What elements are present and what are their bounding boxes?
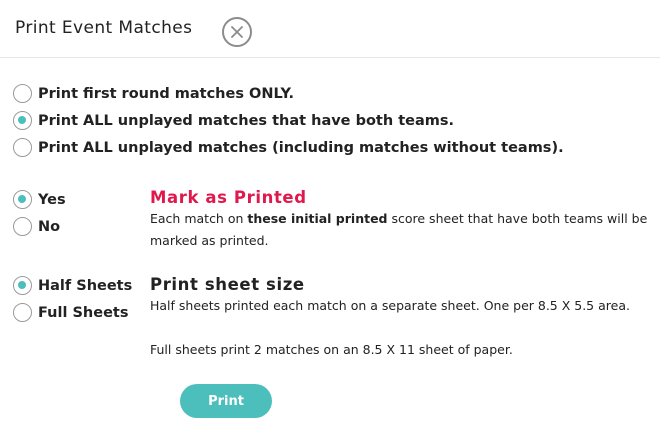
- radio-label: Print ALL unplayed matches that have bot…: [38, 112, 455, 129]
- sheet-size-desc-line2: Full sheets print 2 matches on an 8.5 X …: [150, 342, 513, 357]
- mark-printed-title: Mark as Printed: [150, 188, 307, 207]
- radio-mark-yes[interactable]: Yes: [13, 190, 66, 209]
- radio-label: No: [38, 218, 61, 235]
- radio-full-sheets[interactable]: Full Sheets: [13, 303, 129, 322]
- radio-circle: [13, 84, 32, 103]
- mark-printed-desc-line2: marked as printed.: [150, 233, 269, 248]
- mark-printed-desc-line1: Each match on these initial printed scor…: [150, 208, 647, 230]
- close-icon: [231, 26, 243, 38]
- sheet-size-desc-line1: Half sheets printed each match on a sepa…: [150, 298, 630, 313]
- radio-half-sheets[interactable]: Half Sheets: [13, 276, 132, 295]
- radio-label: Full Sheets: [38, 304, 129, 321]
- radio-circle: [13, 138, 32, 157]
- desc-text: Each match on: [150, 211, 248, 226]
- radio-circle: [13, 276, 32, 295]
- radio-circle: [13, 303, 32, 322]
- radio-mark-no[interactable]: No: [13, 217, 60, 236]
- radio-label: Half Sheets: [38, 277, 133, 294]
- sheet-size-title: Print sheet size: [150, 275, 305, 294]
- radio-all-unplayed-both-teams[interactable]: Print ALL unplayed matches that have bot…: [13, 111, 454, 130]
- dialog-title: Print Event Matches: [15, 18, 193, 38]
- print-button[interactable]: Print: [180, 384, 272, 418]
- radio-first-round[interactable]: Print first round matches ONLY.: [13, 84, 294, 103]
- radio-label: Print first round matches ONLY.: [38, 85, 295, 102]
- radio-circle: [13, 111, 32, 130]
- radio-label: Yes: [38, 191, 66, 208]
- radio-circle: [13, 217, 32, 236]
- close-button[interactable]: [222, 17, 252, 47]
- radio-all-unplayed-including[interactable]: Print ALL unplayed matches (including ma…: [13, 138, 564, 157]
- radio-label: Print ALL unplayed matches (including ma…: [38, 139, 564, 156]
- radio-circle: [13, 190, 32, 209]
- dialog-header: Print Event Matches: [0, 0, 660, 58]
- desc-text: score sheet that have both teams will be: [387, 211, 648, 226]
- desc-bold-text: these initial printed: [247, 211, 388, 226]
